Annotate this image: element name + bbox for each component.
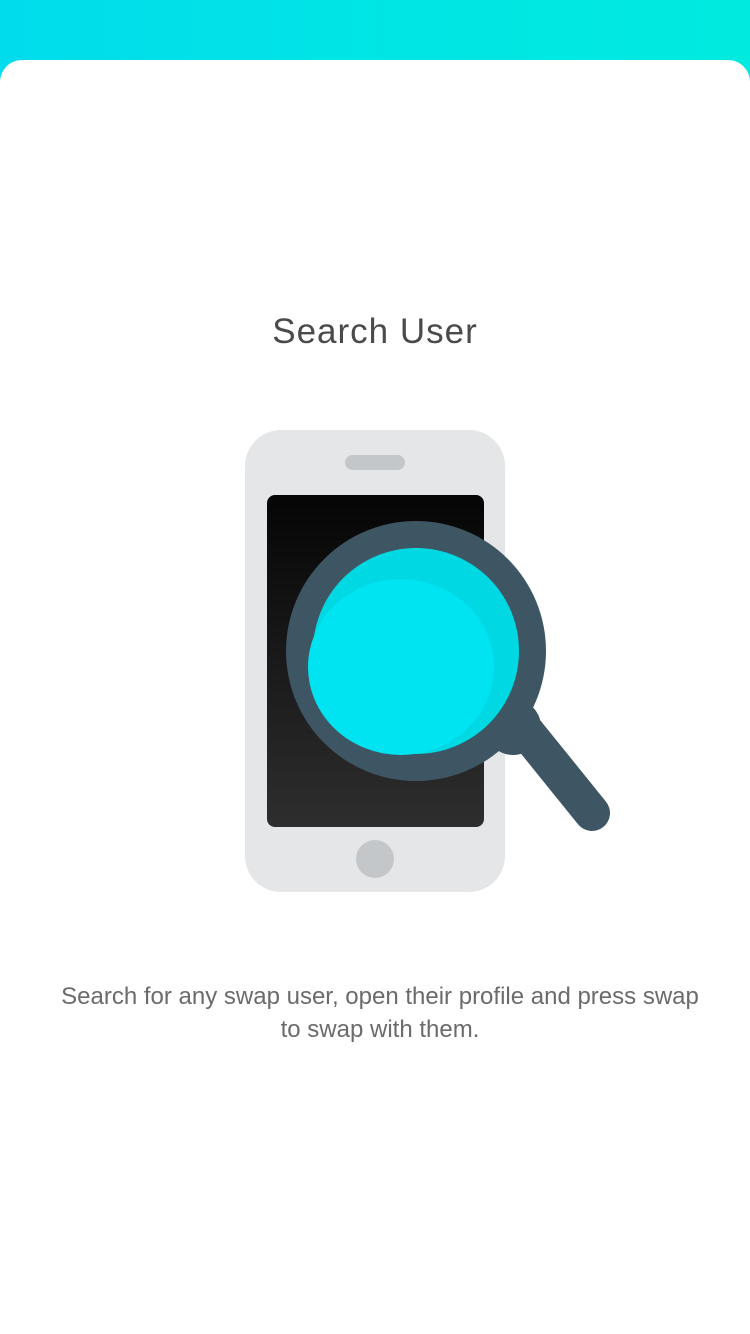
phone-home-button (356, 840, 394, 878)
onboarding-description: Search for any swap user, open their pro… (61, 983, 699, 1043)
phone-speaker (345, 455, 405, 470)
magnifier-lens-highlight (308, 579, 494, 755)
page-title: Search User (272, 312, 478, 351)
phone-with-magnifier-icon (230, 420, 630, 900)
